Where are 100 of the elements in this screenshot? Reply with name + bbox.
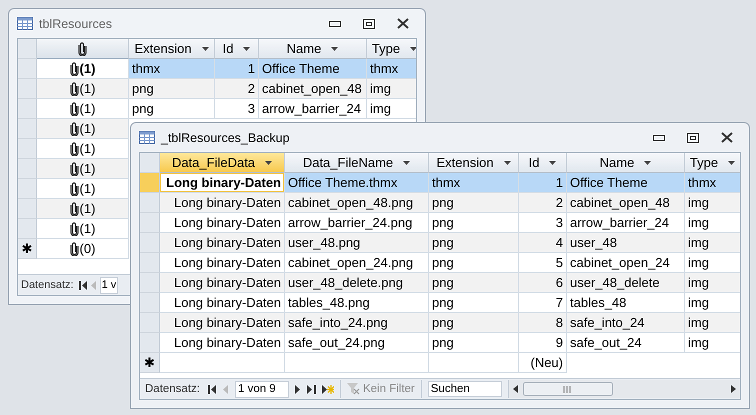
- close-icon[interactable]: [721, 132, 733, 143]
- paperclip-icon: [78, 42, 86, 56]
- dropdown-caret-icon[interactable]: [644, 160, 652, 164]
- table-cell: png: [429, 193, 519, 213]
- table-cell: 8: [519, 313, 567, 333]
- table-icon: [17, 17, 33, 30]
- table-cell: png: [129, 99, 215, 119]
- table-cell: img: [685, 333, 740, 353]
- table-cell: Office Theme: [567, 173, 685, 193]
- table-cell: thmx: [367, 59, 416, 79]
- paperclip-icon[interactable]: [70, 82, 79, 96]
- attachment-count: (1): [80, 221, 96, 236]
- last-record-icon[interactable]: [306, 384, 316, 394]
- table-cell: cabinet_open_48.png: [285, 193, 429, 213]
- table-cell: 1: [519, 173, 567, 193]
- horizontal-scrollbar[interactable]: [508, 380, 740, 398]
- dropdown-caret-icon[interactable]: [265, 160, 272, 164]
- new-record-marker: ✱: [144, 355, 155, 370]
- table-cell: png: [429, 333, 519, 353]
- paperclip-icon[interactable]: [70, 62, 79, 76]
- paperclip-icon[interactable]: [70, 222, 79, 236]
- column-header[interactable]: Data_FileName: [285, 153, 429, 173]
- window-title: tblResources: [39, 16, 112, 30]
- table-cell: user_48.png: [285, 233, 429, 253]
- table-cell: thmx: [429, 173, 519, 193]
- dropdown-caret-icon[interactable]: [549, 160, 556, 164]
- table-cell: Long binary-Daten: [160, 313, 285, 333]
- table-cell: png: [429, 273, 519, 293]
- first-record-icon[interactable]: [78, 280, 88, 290]
- table-cell: 6: [519, 273, 567, 293]
- record-label: Datensatz:: [145, 383, 200, 395]
- paperclip-icon[interactable]: [70, 142, 79, 156]
- column-header[interactable]: Name: [567, 153, 685, 173]
- new-record-icon[interactable]: [322, 384, 334, 394]
- minimize-icon[interactable]: [653, 134, 665, 140]
- attachment-count: (1): [80, 201, 96, 216]
- table-icon: [139, 131, 155, 144]
- table-cell: png: [429, 233, 519, 253]
- table-cell: safe_into_24.png: [285, 313, 429, 333]
- window-title: _tblResources_Backup: [161, 130, 290, 144]
- paperclip-icon[interactable]: [70, 122, 79, 136]
- column-header[interactable]: Data_FileData: [160, 153, 285, 173]
- attachment-count: (0): [80, 241, 96, 256]
- table-cell: arrow_barrier_24: [259, 99, 367, 119]
- restore-icon[interactable]: [687, 132, 699, 142]
- table-cell: user_48_delete: [567, 273, 685, 293]
- table-cell: user_48: [567, 233, 685, 253]
- attachment-count: (1): [80, 61, 96, 76]
- search-field[interactable]: Suchen: [428, 381, 502, 397]
- dropdown-caret-icon[interactable]: [410, 46, 416, 50]
- dropdown-caret-icon[interactable]: [202, 46, 209, 50]
- table-cell: 2: [519, 193, 567, 213]
- table-cell: img: [685, 233, 740, 253]
- table-cell: Long binary-Daten: [160, 233, 285, 253]
- table-cell: Office Theme.thmx: [285, 173, 429, 193]
- first-record-icon[interactable]: [208, 384, 217, 394]
- table-cell: cabinet_open_48: [259, 79, 367, 99]
- paperclip-icon[interactable]: [70, 242, 79, 256]
- table-cell: png: [429, 313, 519, 333]
- dropdown-caret-icon[interactable]: [403, 160, 410, 164]
- table-cell: Long binary-Daten: [160, 333, 285, 353]
- paperclip-icon[interactable]: [70, 102, 79, 116]
- table-cell: safe_out_24: [567, 333, 685, 353]
- scrollbar-thumb[interactable]: [522, 382, 613, 396]
- table-cell: img: [685, 273, 740, 293]
- dropdown-caret-icon[interactable]: [504, 160, 511, 164]
- table-cell: cabinet_open_48: [567, 193, 685, 213]
- table-cell: 2: [215, 79, 259, 99]
- paperclip-icon[interactable]: [70, 182, 79, 196]
- table-cell: img: [367, 99, 416, 119]
- table-cell: 4: [519, 233, 567, 253]
- table-cell: img: [367, 79, 416, 99]
- dropdown-caret-icon[interactable]: [728, 160, 736, 164]
- attachment-count: (1): [80, 101, 96, 116]
- record-number-field[interactable]: 1 v: [100, 276, 118, 294]
- table-cell: img: [685, 193, 740, 213]
- table-cell: 9: [519, 333, 567, 353]
- dropdown-caret-icon[interactable]: [243, 46, 250, 50]
- table-cell: thmx: [685, 173, 740, 193]
- next-record-icon[interactable]: [294, 384, 301, 394]
- new-record-marker: ✱: [22, 241, 32, 256]
- attachment-count: (1): [80, 81, 96, 96]
- dropdown-caret-icon[interactable]: [331, 46, 338, 50]
- table-cell: thmx: [129, 59, 215, 79]
- column-header[interactable]: Extension: [429, 153, 519, 173]
- filter-icon: [346, 383, 360, 395]
- table-cell: safe_into_24: [567, 313, 685, 333]
- record-number-field[interactable]: 1 von 9: [234, 380, 289, 398]
- table-cell: img: [685, 313, 740, 333]
- column-header[interactable]: Type: [685, 153, 740, 173]
- table-cell: png: [129, 79, 215, 99]
- attachment-count: (1): [80, 181, 96, 196]
- paperclip-icon[interactable]: [70, 162, 79, 176]
- table-cell: 1: [215, 59, 259, 79]
- column-header[interactable]: Id: [519, 153, 567, 173]
- attachment-count: (1): [80, 161, 96, 176]
- paperclip-icon[interactable]: [70, 202, 79, 216]
- table-cell: safe_out_24.png: [285, 333, 429, 353]
- record-label: Datensatz:: [21, 279, 74, 291]
- table-cell: 3: [215, 99, 259, 119]
